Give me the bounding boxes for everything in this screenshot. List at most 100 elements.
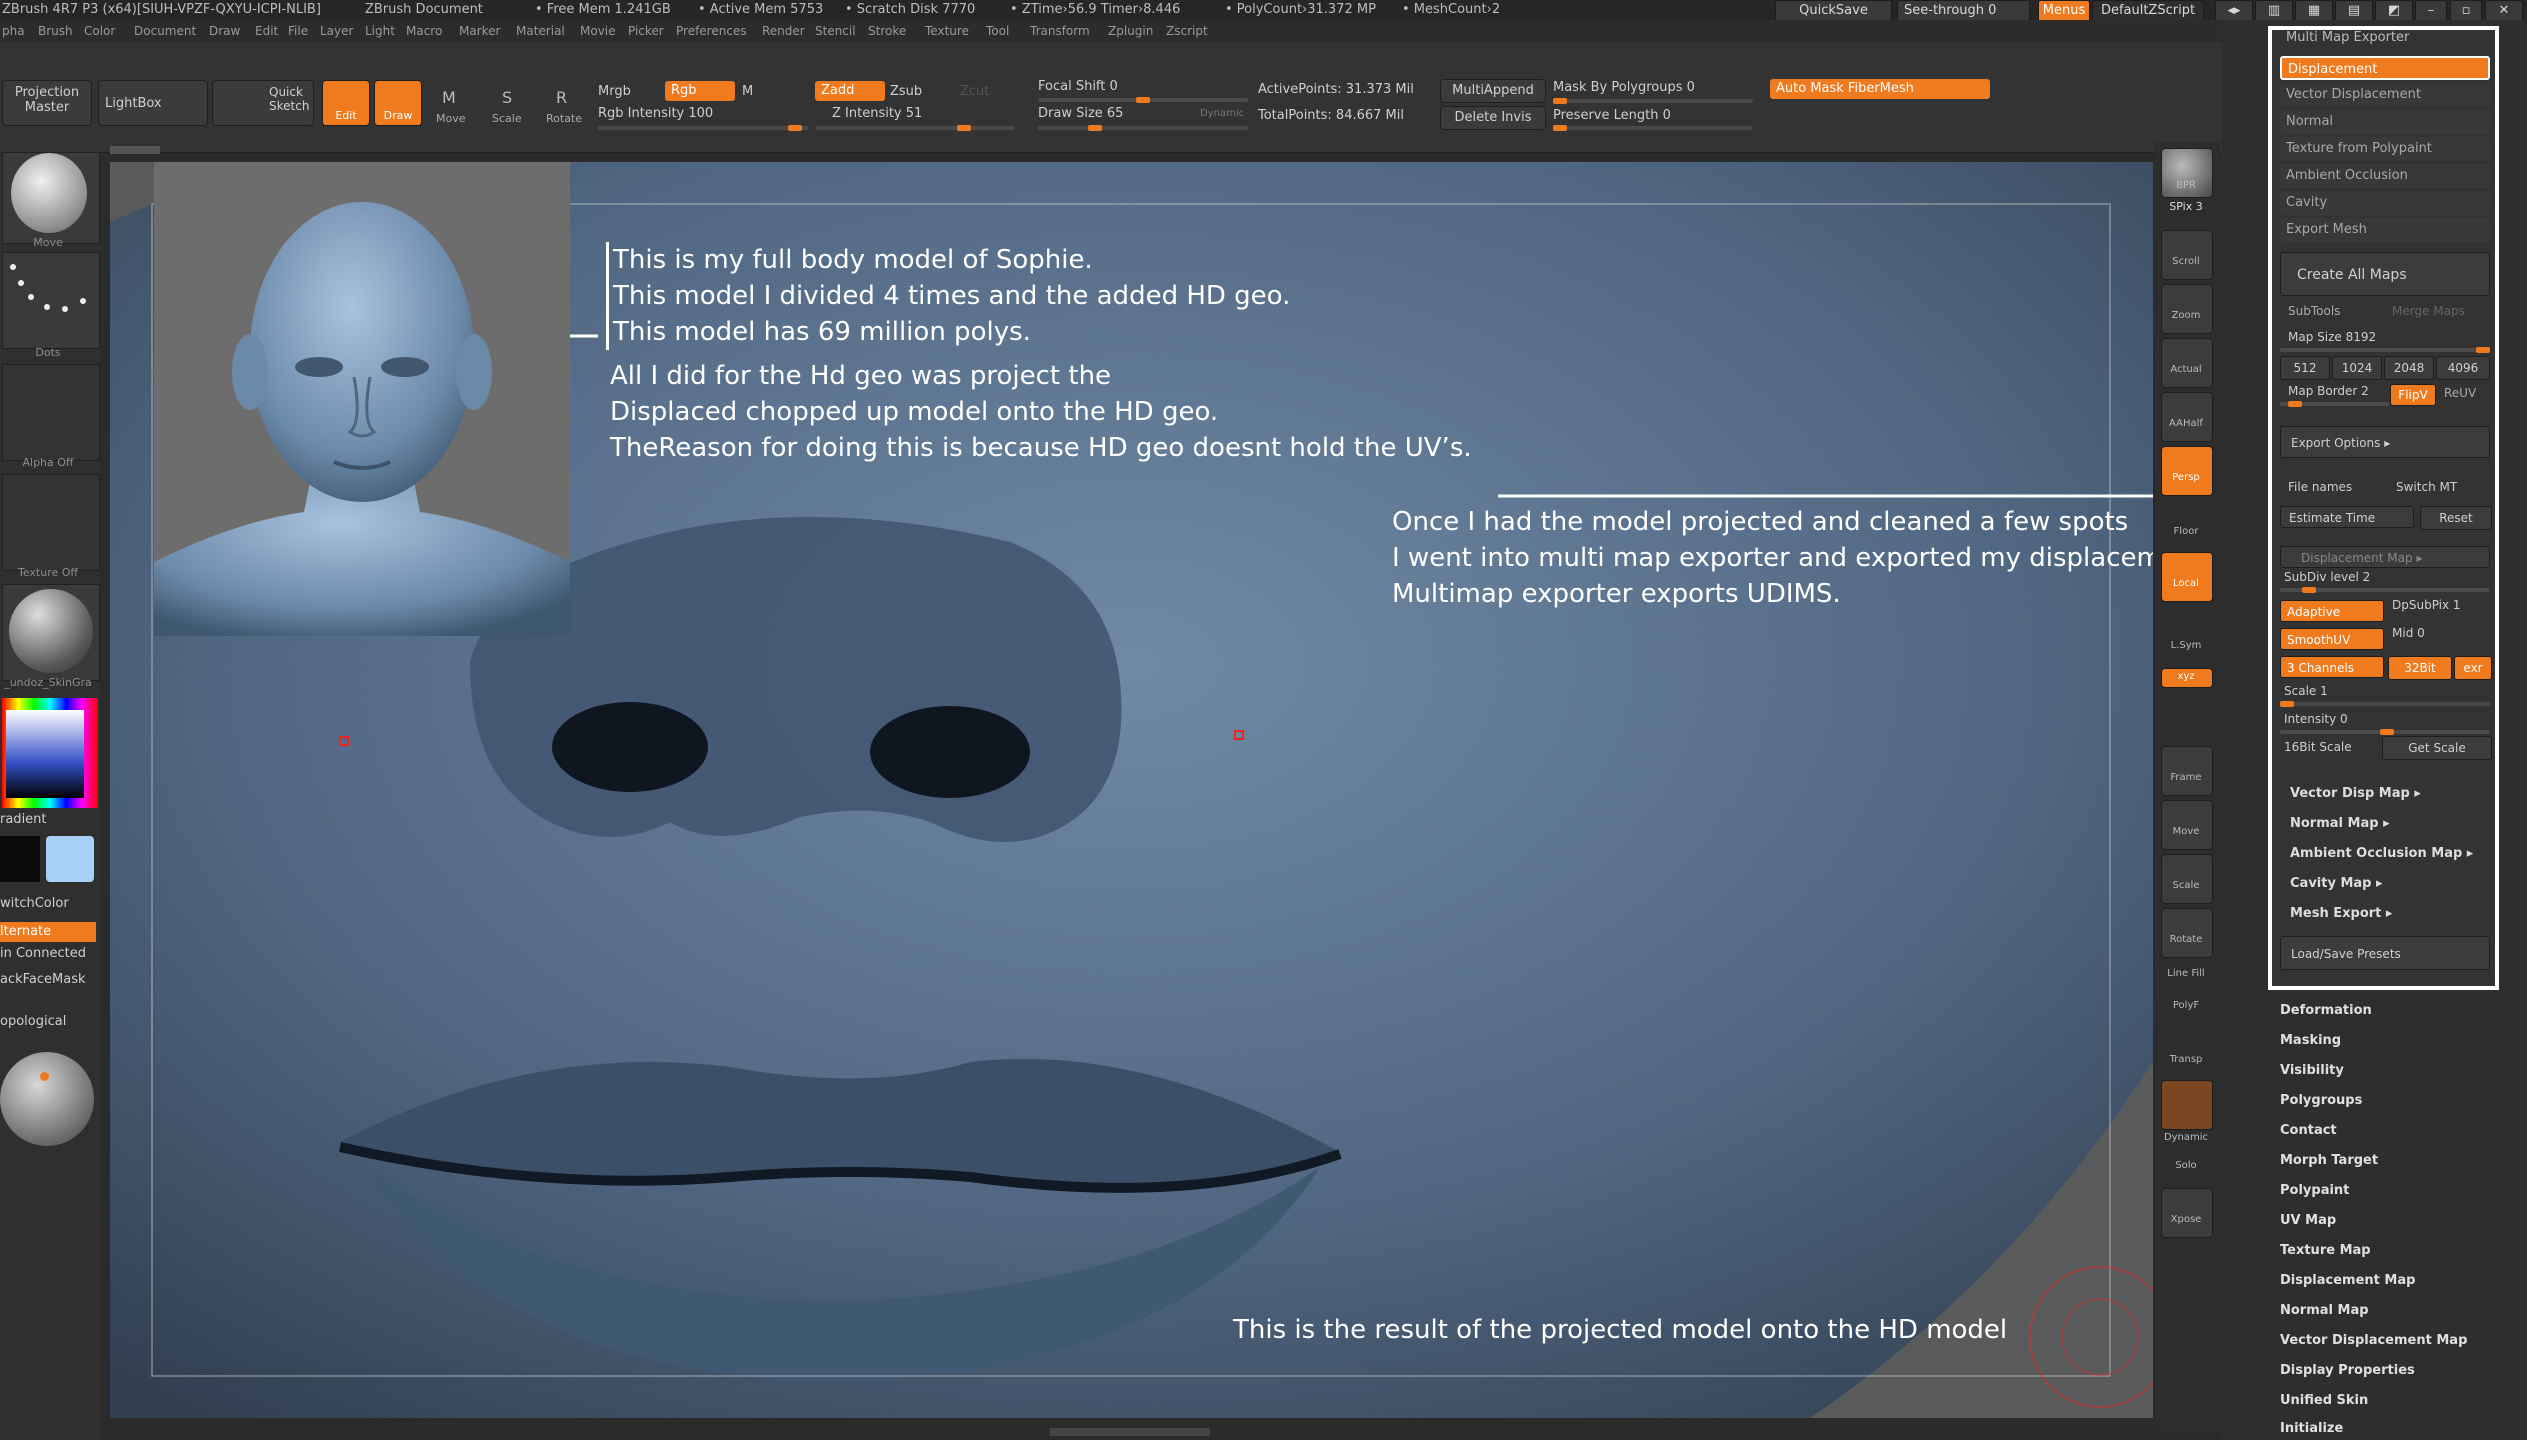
tray-contact[interactable]: Contact bbox=[2280, 1123, 2337, 1138]
subtools-toggle[interactable]: SubTools bbox=[2288, 304, 2340, 318]
mme-texture-from-polypaint[interactable]: Texture from Polypaint bbox=[2280, 137, 2490, 161]
stroke-thumbnail[interactable] bbox=[2, 252, 100, 349]
rgb-intensity-slider[interactable]: Rgb Intensity 100 bbox=[598, 106, 713, 121]
tray-display-properties[interactable]: Display Properties bbox=[2280, 1363, 2415, 1378]
topological-toggle[interactable]: opological bbox=[0, 1014, 66, 1029]
ghost-button[interactable] bbox=[2161, 1080, 2213, 1130]
lightbox-button[interactable]: LightBox bbox=[98, 80, 208, 126]
tray-uv-map[interactable]: UV Map bbox=[2280, 1213, 2336, 1228]
main-color-swatch[interactable] bbox=[46, 836, 94, 882]
frame-button[interactable] bbox=[2161, 746, 2213, 796]
rotate-nav-button[interactable] bbox=[2161, 908, 2213, 958]
export-options-button[interactable]: Export Options ▸ bbox=[2280, 426, 2490, 458]
merge-maps-toggle[interactable]: Merge Maps bbox=[2392, 304, 2465, 318]
switch-mt-button[interactable]: Switch MT bbox=[2396, 480, 2457, 494]
tray-normal-map[interactable]: Normal Map bbox=[2280, 1303, 2369, 1318]
local-button[interactable] bbox=[2161, 552, 2213, 602]
scroll-button[interactable] bbox=[2161, 230, 2213, 280]
tray-morph-target[interactable]: Morph Target bbox=[2280, 1153, 2378, 1168]
minimize-icon[interactable]: – bbox=[2415, 0, 2447, 22]
close-icon[interactable]: ✕ bbox=[2485, 0, 2523, 22]
map-border-slider[interactable]: Map Border 2 bbox=[2288, 384, 2369, 398]
load-save-presets-button[interactable]: Load/Save Presets bbox=[2280, 936, 2490, 970]
focal-shift-track[interactable] bbox=[1038, 97, 1248, 103]
draw-size-track[interactable] bbox=[1038, 125, 1248, 131]
scale-track[interactable] bbox=[2280, 701, 2490, 707]
alpha-thumbnail[interactable] bbox=[2, 364, 100, 461]
adaptive-toggle[interactable]: Adaptive bbox=[2280, 600, 2384, 622]
vector-disp-map-subpalette[interactable]: Vector Disp Map ▸ bbox=[2290, 786, 2421, 801]
layout2-icon[interactable]: ▥ bbox=[2255, 0, 2293, 22]
layout4-icon[interactable]: ▤ bbox=[2335, 0, 2373, 22]
menu-movie[interactable]: Movie bbox=[580, 24, 616, 38]
z-intensity-track[interactable] bbox=[815, 125, 1015, 131]
tray-vector-displacement-map[interactable]: Vector Displacement Map bbox=[2280, 1333, 2467, 1348]
displacement-map-subpalette[interactable]: Displacement Map ▸ bbox=[2280, 546, 2490, 568]
create-all-maps-button[interactable]: Create All Maps bbox=[2280, 252, 2490, 296]
auto-mask-fibermesh-toggle[interactable]: Auto Mask FiberMesh bbox=[1770, 79, 1990, 99]
menu-zscript[interactable]: Zscript bbox=[1166, 24, 1208, 38]
smooth-brush-sphere[interactable] bbox=[0, 1052, 94, 1146]
menu-picker[interactable]: Picker bbox=[628, 24, 664, 38]
mme-ambient-occlusion[interactable]: Ambient Occlusion bbox=[2280, 164, 2490, 188]
zadd-toggle[interactable]: Zadd bbox=[815, 81, 885, 101]
mme-cavity[interactable]: Cavity bbox=[2280, 191, 2490, 215]
xpose-button[interactable] bbox=[2161, 1188, 2213, 1238]
layout3-icon[interactable]: ▦ bbox=[2295, 0, 2333, 22]
tray-texture-map[interactable]: Texture Map bbox=[2280, 1243, 2371, 1258]
linefill-button[interactable]: Line Fill bbox=[2160, 968, 2212, 979]
multiappend-button[interactable]: MultiAppend bbox=[1440, 79, 1546, 103]
delete-invis-button[interactable]: Delete Invis bbox=[1440, 106, 1546, 130]
size-512-button[interactable]: 512 bbox=[2280, 356, 2330, 380]
flipv-toggle[interactable]: FlipV bbox=[2390, 384, 2436, 406]
canvas-viewport[interactable]: This is my full body model of Sophie. Th… bbox=[110, 162, 2153, 1418]
rotate-button[interactable]: Rotate bbox=[546, 112, 582, 125]
scale-slider[interactable]: Scale 1 bbox=[2284, 684, 2328, 698]
floor-button[interactable]: Floor bbox=[2160, 526, 2212, 537]
polyf-button[interactable]: PolyF bbox=[2160, 1000, 2212, 1011]
draw-size-slider[interactable]: Draw Size 65 bbox=[1038, 106, 1123, 121]
dpsubpix-slider[interactable]: DpSubPix 1 bbox=[2392, 598, 2461, 612]
zcut-toggle[interactable]: Zcut bbox=[960, 84, 989, 99]
map-size-track[interactable] bbox=[2280, 347, 2490, 353]
scale-button[interactable]: Scale bbox=[492, 112, 522, 125]
bit-toggle[interactable]: 32Bit bbox=[2388, 656, 2452, 680]
menu-texture[interactable]: Texture bbox=[925, 24, 969, 38]
reset-button[interactable]: Reset bbox=[2420, 506, 2492, 530]
zsub-toggle[interactable]: Zsub bbox=[890, 84, 922, 99]
move-button[interactable]: Move bbox=[436, 112, 466, 125]
mesh-export-subpalette[interactable]: Mesh Export ▸ bbox=[2290, 906, 2392, 921]
subdiv-level-track[interactable] bbox=[2280, 587, 2490, 593]
menu-render[interactable]: Render bbox=[762, 24, 805, 38]
menu-brush[interactable]: Brush bbox=[38, 24, 73, 38]
size-4096-button[interactable]: 4096 bbox=[2436, 356, 2490, 380]
see-through-slider[interactable]: See-through 0 bbox=[1897, 0, 2030, 22]
solo-button[interactable]: Solo bbox=[2160, 1160, 2212, 1171]
move-nav-button[interactable] bbox=[2161, 800, 2213, 850]
tray-displacement-map[interactable]: Displacement Map bbox=[2280, 1273, 2415, 1288]
mrgb-toggle[interactable]: Mrgb bbox=[598, 84, 631, 99]
menu-marker[interactable]: Marker bbox=[459, 24, 500, 38]
mask-by-polygroups-slider[interactable]: Mask By Polygroups 0 bbox=[1553, 80, 1695, 95]
default-zscript-button[interactable]: DefaultZScript bbox=[2092, 0, 2204, 22]
z-intensity-slider[interactable]: Z Intensity 51 bbox=[832, 106, 922, 121]
menu-document[interactable]: Document bbox=[134, 24, 196, 38]
quicksave-button[interactable]: QuickSave bbox=[1775, 0, 1892, 22]
brush-thumbnail[interactable] bbox=[2, 152, 100, 244]
transp-button[interactable]: Transp bbox=[2160, 1054, 2212, 1065]
mid-slider[interactable]: Mid 0 bbox=[2392, 626, 2425, 640]
edit-button[interactable]: Edit bbox=[322, 80, 370, 126]
rgb-intensity-track[interactable] bbox=[598, 125, 808, 131]
bottom-scroll-handle[interactable] bbox=[1050, 1428, 1210, 1436]
cavity-map-subpalette[interactable]: Cavity Map ▸ bbox=[2290, 876, 2383, 891]
subdiv-level-slider[interactable]: SubDiv level 2 bbox=[2284, 570, 2370, 584]
channels-toggle[interactable]: 3 Channels bbox=[2280, 656, 2384, 678]
alternate-toggle[interactable]: lternate bbox=[0, 922, 96, 942]
preserve-length-track[interactable] bbox=[1553, 125, 1753, 131]
map-size-slider[interactable]: Map Size 8192 bbox=[2288, 330, 2376, 344]
size-1024-button[interactable]: 1024 bbox=[2332, 356, 2382, 380]
tray-initialize[interactable]: Initialize bbox=[2280, 1421, 2343, 1436]
ambient-occlusion-map-subpalette[interactable]: Ambient Occlusion Map ▸ bbox=[2290, 846, 2473, 861]
scale-nav-button[interactable] bbox=[2161, 854, 2213, 904]
smoothuv-toggle[interactable]: SmoothUV bbox=[2280, 628, 2384, 650]
